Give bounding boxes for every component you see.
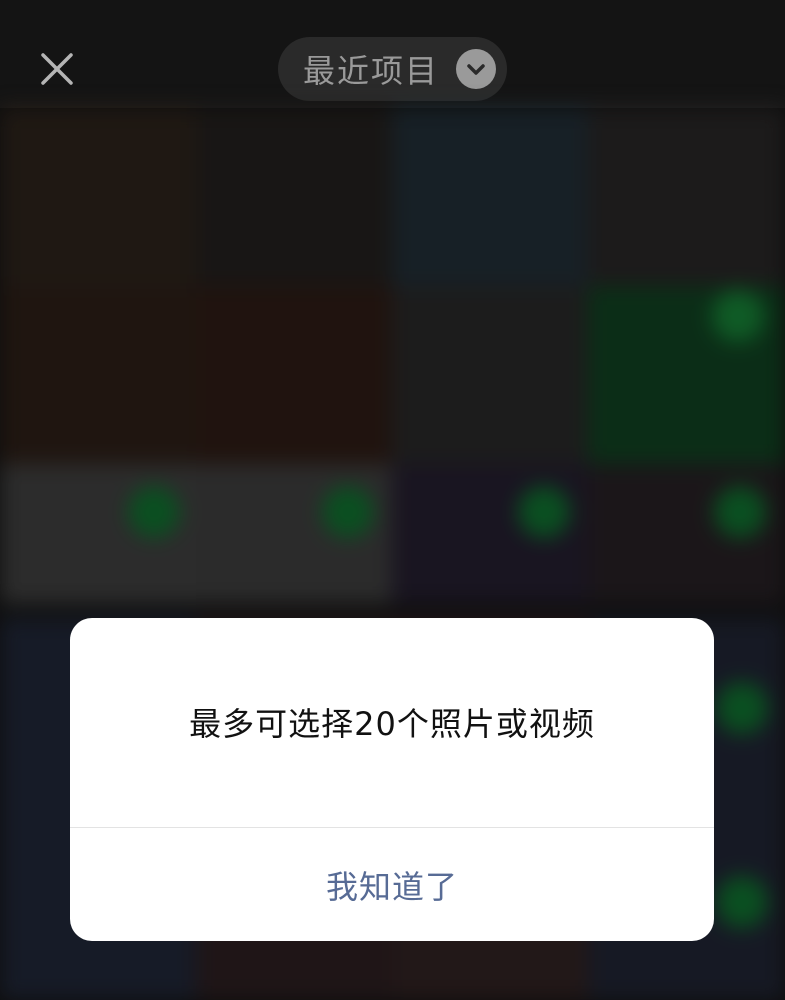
close-button[interactable] xyxy=(34,46,80,92)
close-icon xyxy=(41,53,73,85)
top-bar: 最近项目 xyxy=(0,0,785,108)
dialog-message: 最多可选择20个照片或视频 xyxy=(189,705,595,743)
alert-dialog: 最多可选择20个照片或视频 我知道了 xyxy=(70,618,714,941)
album-selector[interactable]: 最近项目 xyxy=(278,37,507,101)
chevron-down-icon xyxy=(456,49,496,89)
confirm-button[interactable]: 我知道了 xyxy=(70,828,714,941)
album-title: 最近项目 xyxy=(303,52,440,90)
